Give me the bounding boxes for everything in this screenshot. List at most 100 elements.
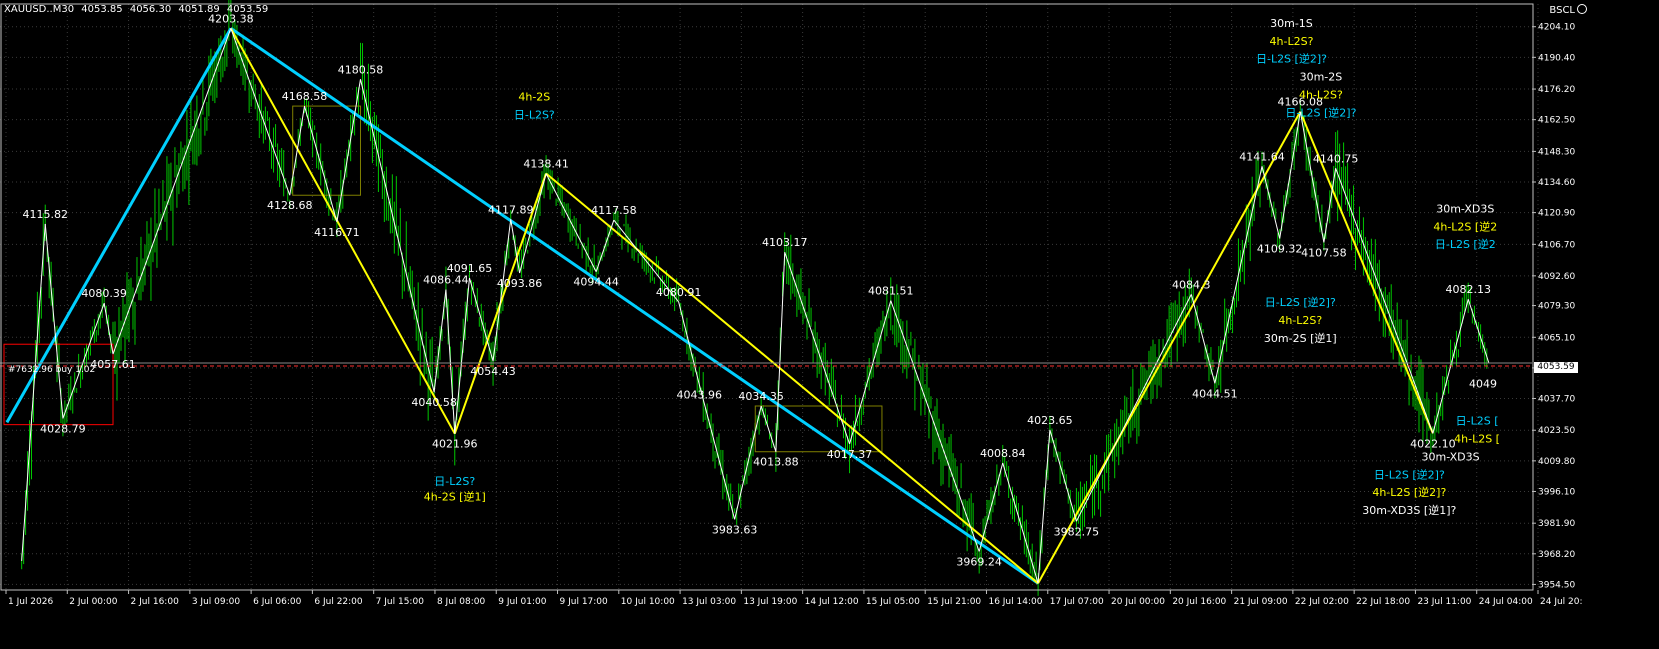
y-tick-label: 4176.20 — [1538, 85, 1575, 95]
signal-label: 30m-2S [逆1] — [1264, 331, 1337, 345]
x-tick-label: 23 Jul 11:00 — [1417, 597, 1471, 607]
pivot-price-label: 4141.64 — [1239, 150, 1285, 163]
x-tick-label: 24 Jul 20: — [1540, 597, 1583, 607]
pivot-price-label: 4023.65 — [1027, 414, 1073, 427]
y-tick-label: 4009.80 — [1538, 457, 1575, 467]
low-value: 4051.89 — [178, 4, 220, 15]
pivot-price-label: 4013.88 — [753, 456, 799, 469]
pivot-price-label: 4054.43 — [470, 365, 516, 378]
pivot-price-label: 4109.32 — [1257, 242, 1303, 255]
y-tick-label: 4079.30 — [1538, 302, 1575, 312]
x-tick-label: 7 Jul 15:00 — [376, 597, 425, 607]
pivot-price-label: 4044.51 — [1192, 387, 1238, 400]
indicator-toggle-icon[interactable] — [1577, 4, 1587, 14]
x-tick-label: 24 Jul 04:00 — [1479, 597, 1533, 607]
pivot-price-label: 3982.75 — [1054, 525, 1100, 538]
open-value: 4053.85 — [81, 4, 123, 15]
y-tick-label: 3996.10 — [1538, 487, 1575, 497]
signal-label: 4h-L2S? — [1270, 35, 1314, 48]
x-tick-label: 20 Jul 00:00 — [1111, 597, 1165, 607]
y-tick-label: 4148.30 — [1538, 147, 1575, 157]
pivot-price-label: 4168.58 — [282, 90, 328, 103]
close-value: 4053.59 — [226, 4, 269, 15]
pivot-price-label: 4022.10 — [1410, 437, 1456, 450]
pivot-price-label: 4107.58 — [1301, 246, 1347, 259]
pivot-price-label: 3969.24 — [956, 555, 1002, 568]
pivot-price-label: 4043.96 — [677, 389, 723, 402]
x-tick-label: 14 Jul 12:00 — [805, 597, 859, 607]
pivot-price-label: 4028.79 — [40, 422, 86, 435]
pivot-price-label: 4021.96 — [432, 438, 478, 451]
y-tick-label: 4106.70 — [1538, 240, 1575, 250]
y-tick-label: 3968.20 — [1538, 550, 1575, 560]
x-tick-label: 22 Jul 02:00 — [1295, 597, 1349, 607]
current-price-tag: 4053.59 — [1534, 362, 1578, 373]
pivot-price-label: 4115.82 — [22, 208, 68, 221]
x-tick-label: 13 Jul 03:00 — [682, 597, 736, 607]
y-tick-label: 4134.60 — [1538, 178, 1575, 188]
x-tick-label: 2 Jul 16:00 — [131, 597, 180, 607]
symbol-label: XAUUSD..M30 — [4, 4, 75, 15]
signal-label: 4h-2S — [518, 91, 550, 104]
pivot-price-label: 4057.61 — [90, 358, 136, 371]
y-tick-label: 4037.70 — [1538, 395, 1575, 405]
x-tick-label: 2 Jul 00:00 — [69, 597, 118, 607]
pivot-price-label: 4117.89 — [488, 203, 534, 216]
signal-label: 4h-L2S? — [1299, 88, 1343, 101]
signal-label: 4h-L2S [逆2 — [1433, 219, 1497, 233]
y-tick-label: 3981.90 — [1538, 519, 1575, 529]
x-tick-label: 6 Jul 06:00 — [253, 597, 302, 607]
price-chart[interactable]: 4203.384115.824080.394057.614028.794168.… — [0, 0, 1659, 649]
pivot-price-label: 4086.44 — [423, 274, 469, 287]
x-tick-label: 3 Jul 09:00 — [192, 597, 241, 607]
pivot-price-label: 4091.65 — [447, 262, 493, 275]
x-tick-label: 20 Jul 16:00 — [1172, 597, 1226, 607]
x-tick-label: 17 Jul 07:00 — [1050, 597, 1104, 607]
y-tick-label: 3954.50 — [1538, 580, 1575, 590]
pivot-price-label: 4093.86 — [497, 277, 543, 290]
y-tick-label: 4120.90 — [1538, 209, 1575, 219]
signal-label: 4h-L2S? — [1278, 314, 1322, 327]
pivot-price-label: 4180.58 — [338, 63, 384, 76]
pivot-price-label: 4103.17 — [762, 236, 808, 249]
signal-label: 30m-XD3S — [1421, 450, 1479, 463]
x-tick-label: 16 Jul 14:00 — [988, 597, 1042, 607]
pivot-price-label: 4081.51 — [868, 285, 914, 298]
signal-label: 30m-XD3S [逆1]? — [1362, 503, 1456, 517]
x-tick-label: 9 Jul 17:00 — [560, 597, 609, 607]
pivot-price-label: 4094.44 — [573, 276, 619, 289]
signal-label: 4h-2S [逆1] — [424, 490, 486, 504]
pivot-price-label: 4080.91 — [656, 286, 702, 299]
x-tick-label: 21 Jul 09:00 — [1234, 597, 1288, 607]
pivot-price-label: 4040.58 — [411, 396, 457, 409]
y-tick-label: 4190.40 — [1538, 53, 1575, 63]
indicator-label: BSCL — [1549, 5, 1575, 16]
signal-label: 4h-L2S [ — [1454, 433, 1500, 446]
chart-header: XAUUSD..M30 4053.85 4056.30 4051.89 4053… — [4, 4, 272, 15]
high-value: 4056.30 — [129, 4, 172, 15]
x-tick-label: 10 Jul 10:00 — [621, 597, 675, 607]
x-tick-label: 8 Jul 08:00 — [437, 597, 486, 607]
pivot-price-label: 4080.39 — [81, 287, 127, 300]
x-tick-label: 13 Jul 19:00 — [743, 597, 797, 607]
y-tick-label: 4023.50 — [1538, 426, 1575, 436]
pivot-price-label: 4008.84 — [980, 447, 1026, 460]
position-label: #7632.96 buy 1.02 — [8, 365, 96, 375]
pivot-price-label: 4117.58 — [591, 204, 637, 217]
x-tick-label: 6 Jul 22:00 — [314, 597, 363, 607]
signal-label: 日-L2S? — [514, 109, 555, 122]
x-tick-label: 15 Jul 05:00 — [866, 597, 920, 607]
signal-label: 日-L2S [逆2]? — [1285, 105, 1356, 119]
signal-label: 日-L2S [逆2]? — [1374, 467, 1445, 481]
signal-label: 日-L2S [逆2]? — [1256, 52, 1327, 66]
pivot-price-label: 3983.63 — [712, 523, 758, 536]
x-tick-label: 1 Jul 2026 — [8, 597, 53, 607]
pivot-price-label: 4138.41 — [523, 157, 569, 170]
x-tick-label: 9 Jul 01:00 — [498, 597, 547, 607]
pivot-price-label: 4017.37 — [827, 448, 873, 461]
pivot-price-label: 4140.75 — [1313, 152, 1359, 165]
signal-label: 日-L2S [逆2]? — [1265, 295, 1336, 309]
signal-label: 日-L2S [逆2 — [1435, 237, 1496, 251]
x-tick-label: 22 Jul 18:00 — [1356, 597, 1410, 607]
pivot-price-label: 4049 — [1469, 377, 1497, 390]
